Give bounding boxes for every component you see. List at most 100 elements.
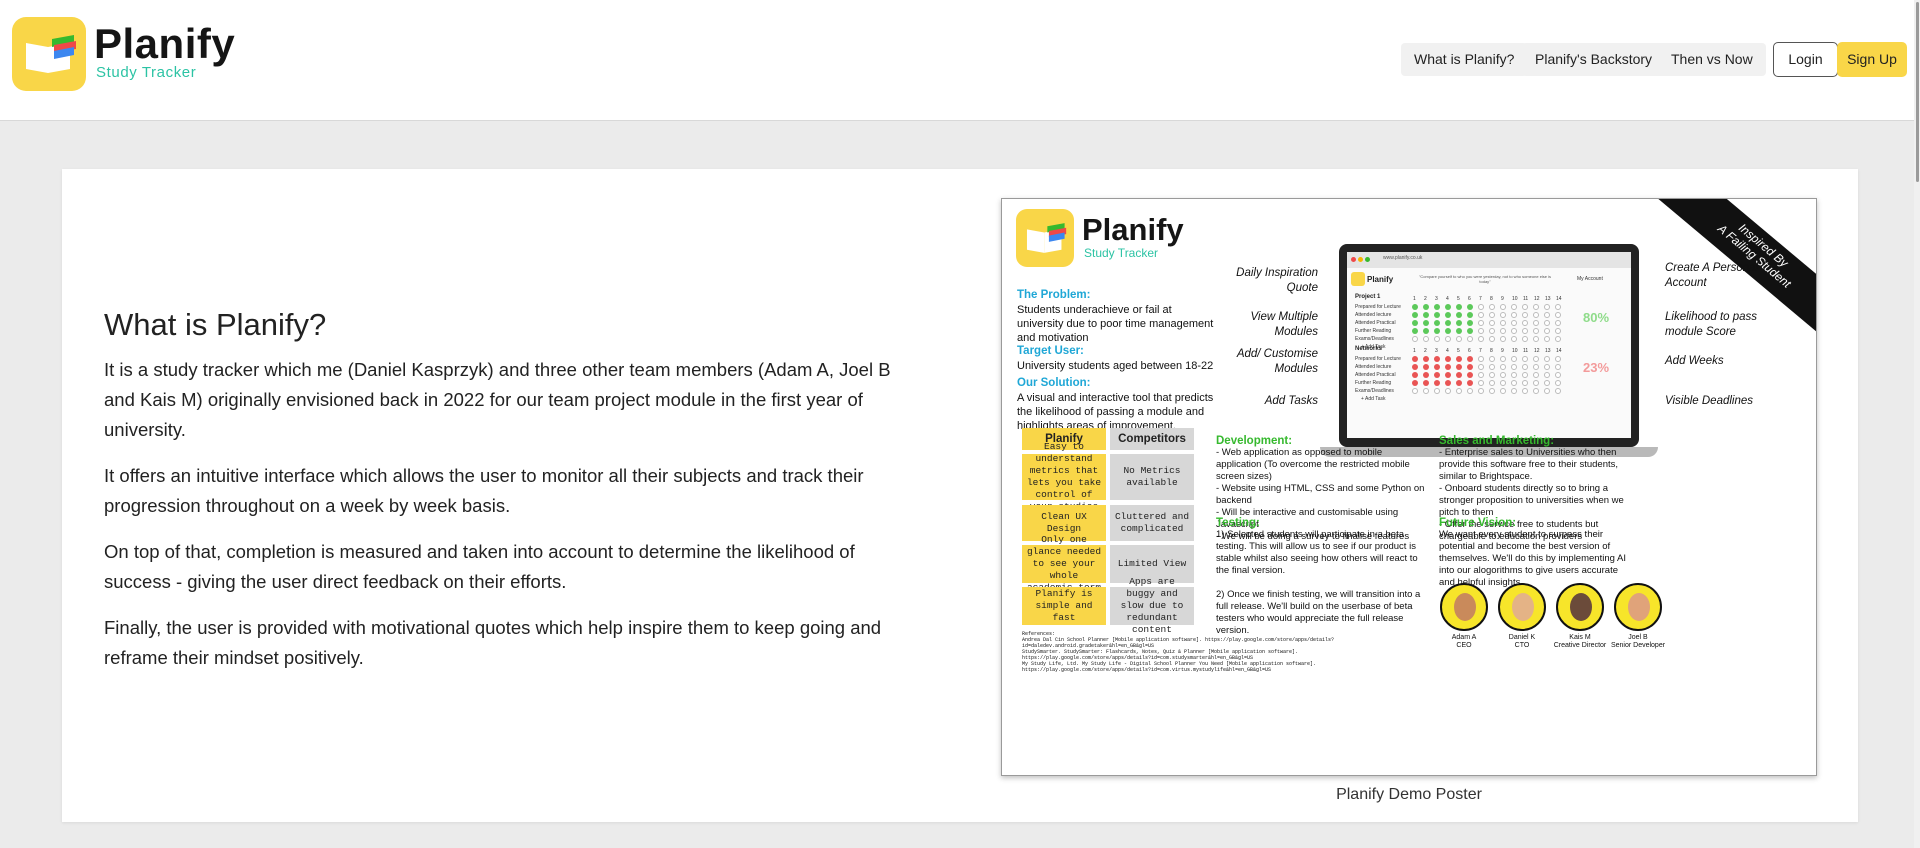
week-task-dot xyxy=(1478,304,1484,310)
week-task-dot xyxy=(1533,356,1539,362)
week-task-dot xyxy=(1456,320,1462,326)
week-task-dot xyxy=(1533,304,1539,310)
week-task-dot xyxy=(1423,312,1429,318)
task-row-label: Exams/Deadlines xyxy=(1355,336,1394,342)
poster-logo xyxy=(1016,209,1074,267)
member-name: Daniel K xyxy=(1508,634,1536,641)
week-task-dot xyxy=(1445,312,1451,318)
week-task-dot xyxy=(1533,320,1539,326)
intro-paragraph-4: Finally, the user is provided with motiv… xyxy=(104,617,882,668)
week-number: 12 xyxy=(1534,296,1540,302)
scrollbar-thumb[interactable] xyxy=(1916,2,1919,182)
week-task-dot xyxy=(1511,320,1517,326)
week-number: 3 xyxy=(1435,348,1438,354)
week-task-dot xyxy=(1511,328,1517,334)
screen-logo xyxy=(1351,272,1365,286)
development-heading: Development: xyxy=(1216,435,1293,447)
avatar-kais xyxy=(1556,583,1604,631)
task-row-label: Attended lecture xyxy=(1355,364,1392,370)
week-number: 13 xyxy=(1545,348,1551,354)
week-number: 1 xyxy=(1413,296,1416,302)
week-task-dot xyxy=(1511,336,1517,342)
brand-subtitle: Study Tracker xyxy=(96,64,197,81)
week-task-dot xyxy=(1478,364,1484,370)
member-name: Kais M xyxy=(1569,634,1591,641)
week-task-dot xyxy=(1467,380,1473,386)
week-task-dot xyxy=(1511,364,1517,370)
table-row-3-planify: Only one glance needed to see your whole… xyxy=(1022,534,1106,593)
browser-url: www.planify.co.uk xyxy=(1383,255,1423,261)
feature-daily-quote: Daily Inspiration Quote xyxy=(1236,267,1318,294)
week-number: 13 xyxy=(1545,296,1551,302)
member-role: CEO xyxy=(1456,642,1472,649)
week-task-dot xyxy=(1489,320,1495,326)
demo-poster-image[interactable]: Planify Study Tracker Inspired By A Fail… xyxy=(1001,198,1817,776)
nav-then-vs-now[interactable]: Then vs Now xyxy=(1658,43,1766,76)
week-task-dot xyxy=(1544,364,1550,370)
week-task-dot xyxy=(1412,364,1418,370)
week-task-dot xyxy=(1445,388,1451,394)
week-task-dot xyxy=(1511,372,1517,378)
week-task-dot xyxy=(1489,364,1495,370)
table-row-4-competitors: Apps are buggy and slow due to redundant… xyxy=(1110,576,1194,635)
week-task-dot xyxy=(1533,336,1539,342)
week-task-dot xyxy=(1445,372,1451,378)
login-button[interactable]: Login xyxy=(1773,42,1838,77)
week-task-dot xyxy=(1511,388,1517,394)
week-task-dot xyxy=(1533,328,1539,334)
week-task-dot xyxy=(1412,304,1418,310)
week-task-dot xyxy=(1434,328,1440,334)
member-name: Joel B xyxy=(1628,634,1648,641)
feature-add-weeks: Add Weeks xyxy=(1665,355,1724,367)
week-task-dot xyxy=(1423,364,1429,370)
nav-what-is-planify[interactable]: What is Planify? xyxy=(1401,43,1528,76)
feature-personal-account: Create A Personal Account xyxy=(1665,262,1759,289)
week-task-dot xyxy=(1467,336,1473,342)
week-task-dot xyxy=(1423,388,1429,394)
week-number: 8 xyxy=(1490,348,1493,354)
week-task-dot xyxy=(1511,380,1517,386)
week-task-dot xyxy=(1500,388,1506,394)
week-task-dot xyxy=(1522,356,1528,362)
screen-module-2-score: 23% xyxy=(1583,360,1610,375)
task-row-label: Attended Practical xyxy=(1355,372,1396,378)
testing-heading: Testing: xyxy=(1216,517,1260,529)
vision-heading: Future Vision: xyxy=(1439,517,1517,529)
week-task-dot xyxy=(1555,372,1561,378)
brand-name[interactable]: Planify xyxy=(94,20,235,68)
week-task-dot xyxy=(1423,336,1429,342)
nav-backstory[interactable]: Planify's Backstory xyxy=(1522,43,1666,76)
planify-logo[interactable] xyxy=(12,17,86,91)
avatar-adam xyxy=(1440,583,1488,631)
week-task-dot xyxy=(1511,356,1517,362)
week-task-dot xyxy=(1434,304,1440,310)
week-task-dot xyxy=(1412,312,1418,318)
week-number: 11 xyxy=(1523,296,1529,302)
week-task-dot xyxy=(1511,312,1517,318)
intro-paragraph-1: It is a study tracker which me (Daniel K… xyxy=(104,359,891,440)
week-task-dot xyxy=(1467,312,1473,318)
week-task-dot xyxy=(1522,364,1528,370)
face-icon xyxy=(1570,593,1592,621)
week-task-dot xyxy=(1423,320,1429,326)
week-task-dot xyxy=(1544,312,1550,318)
browser-max-dot xyxy=(1365,257,1370,262)
task-row-label: Prepared for Lecture xyxy=(1355,356,1401,362)
week-number: 7 xyxy=(1479,296,1482,302)
week-task-dot xyxy=(1555,364,1561,370)
table-row-4-planify: Planify is simple and fast xyxy=(1022,587,1106,625)
week-task-dot xyxy=(1434,380,1440,386)
browser-bar: www.planify.co.uk xyxy=(1347,252,1631,268)
week-number: 2 xyxy=(1424,296,1427,302)
vertical-scrollbar[interactable] xyxy=(1914,0,1920,848)
week-task-dot xyxy=(1412,328,1418,334)
avatar-joel xyxy=(1614,583,1662,631)
week-task-dot xyxy=(1467,372,1473,378)
week-task-dot xyxy=(1555,336,1561,342)
week-task-dot xyxy=(1467,356,1473,362)
week-task-dot xyxy=(1500,328,1506,334)
member-role: Senior Developer xyxy=(1610,642,1666,649)
signup-button[interactable]: Sign Up xyxy=(1837,42,1907,77)
week-number: 10 xyxy=(1512,296,1518,302)
week-task-dot xyxy=(1544,336,1550,342)
